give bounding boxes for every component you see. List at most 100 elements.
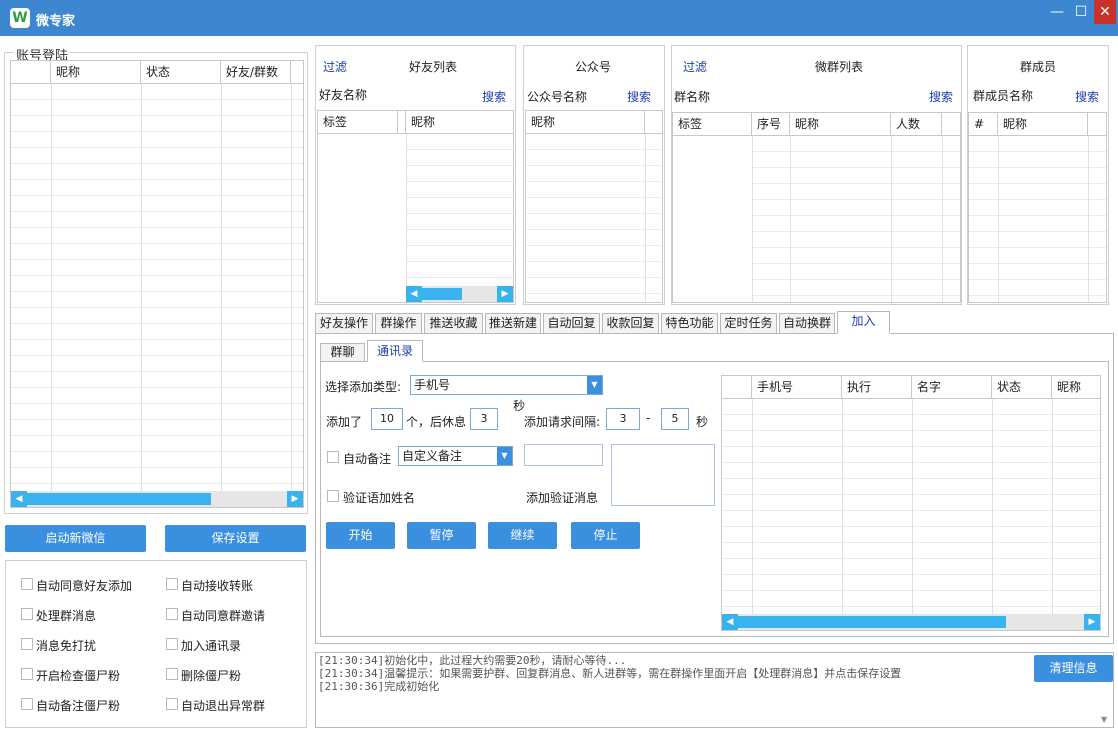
close-button[interactable]: ✕ [1094,0,1116,24]
tab-auto-reply[interactable]: 自动回复 [543,313,600,334]
seconds-label: 秒 [513,399,526,413]
handle-group-msg-checkbox[interactable] [21,608,33,620]
do-not-disturb-checkbox[interactable] [21,638,33,650]
col-phone[interactable]: 手机号 [752,376,842,399]
scroll-thumb[interactable] [422,288,462,300]
col-nickname[interactable]: 昵称 [1052,376,1100,399]
group-name-label: 群名称 [674,90,711,104]
interval-max-input[interactable]: 5 [661,408,689,430]
tab-scheduled[interactable]: 定时任务 [720,313,777,334]
col-tag[interactable]: 标签 [673,113,752,136]
scroll-right-icon[interactable]: ▶ [497,286,513,302]
official-title: 公众号 [575,60,612,74]
col-status[interactable]: 状态 [992,376,1052,399]
col-index[interactable]: 序号 [752,113,790,136]
groups-filter-link[interactable]: 过滤 [683,58,707,75]
interval-min-input[interactable]: 3 [606,408,640,430]
add-type-select[interactable]: 手机号 ▼ [410,375,603,395]
start-button[interactable]: 开始 [326,522,395,549]
pause-button[interactable]: 暂停 [407,522,476,549]
tab-auto-switch-group[interactable]: 自动换群 [779,313,835,334]
tab-join[interactable]: 加入 [837,311,890,334]
interval-label: 添加请求间隔: [524,415,601,429]
groups-search-link[interactable]: 搜索 [929,88,953,105]
chevron-down-icon[interactable]: ▼ [497,447,512,465]
chevron-down-icon[interactable]: ▼ [587,376,602,394]
stop-button[interactable]: 停止 [571,522,640,549]
groups-grid[interactable]: 标签 序号 昵称 人数 [672,112,961,303]
col-nickname[interactable]: 昵称 [790,113,891,136]
col-nickname[interactable]: 昵称 [51,61,141,84]
col-name[interactable]: 名字 [912,376,992,399]
subtab-contacts[interactable]: 通讯录 [367,340,423,362]
scroll-left-icon[interactable]: ◀ [722,614,738,630]
contacts-grid[interactable]: 手机号 执行 名字 状态 昵称 ◀ ▶ [721,375,1101,631]
tab-push-favorites[interactable]: 推送收藏 [424,313,483,334]
delete-zombie-checkbox[interactable] [166,668,178,680]
add-type-label: 选择添加类型: [325,380,402,394]
scroll-thumb[interactable] [27,493,211,505]
col-number[interactable]: # [969,113,998,136]
col-execute[interactable]: 执行 [842,376,912,399]
member-name-label: 群成员名称 [973,89,1034,103]
tab-features[interactable]: 特色功能 [661,313,718,334]
note-zombie-checkbox[interactable] [21,698,33,710]
members-grid[interactable]: # 昵称 [968,112,1107,303]
maximize-button[interactable]: ☐ [1070,0,1092,24]
auto-note-checkbox[interactable] [327,451,339,463]
log-panel[interactable]: [21:30:34]初始化中，此过程大约需要20秒，请耐心等待... [21:3… [315,652,1114,728]
check-zombie-checkbox[interactable] [21,668,33,680]
rest-seconds-input[interactable]: 3 [470,408,498,430]
note-select[interactable]: 自定义备注 ▼ [398,446,513,466]
add-to-contacts-label: 加入通讯录 [181,639,242,653]
col-tag[interactable]: 标签 [318,111,398,134]
friends-search-link[interactable]: 搜索 [482,88,506,105]
scroll-down-icon[interactable]: ▼ [1101,715,1111,725]
auto-accept-friend-label: 自动同意好友添加 [36,579,133,593]
add-to-contacts-checkbox[interactable] [166,638,178,650]
official-grid[interactable]: 昵称 [525,110,663,303]
resume-button[interactable]: 继续 [488,522,557,549]
auto-accept-friend-checkbox[interactable] [21,578,33,590]
exit-abnormal-group-checkbox[interactable] [166,698,178,710]
custom-note-input[interactable] [524,444,603,466]
col-nickname[interactable]: 昵称 [526,111,645,134]
col-nickname[interactable]: 昵称 [406,111,513,134]
verify-add-name-checkbox[interactable] [327,490,339,502]
contacts-hscroll[interactable]: ◀ ▶ [722,614,1100,630]
delete-zombie-label: 删除僵尸粉 [181,669,242,683]
auto-receive-transfer-checkbox[interactable] [166,578,178,590]
scroll-left-icon[interactable]: ◀ [406,286,422,302]
auto-accept-group-invite-checkbox[interactable] [166,608,178,620]
clear-log-button[interactable]: 清理信息 [1034,655,1113,682]
save-settings-button[interactable]: 保存设置 [165,525,306,552]
log-line: [21:30:36]完成初始化 [318,680,440,693]
scroll-right-icon[interactable]: ▶ [1084,614,1100,630]
start-wechat-button[interactable]: 启动新微信 [5,525,146,552]
col-nickname[interactable]: 昵称 [998,113,1088,136]
auto-accept-group-invite-label: 自动同意群邀请 [181,609,266,623]
friend-name-label: 好友名称 [319,88,368,102]
col-member-count[interactable]: 人数 [891,113,942,136]
col-friend-group-count[interactable]: 好友/群数 [221,61,291,84]
minimize-button[interactable]: — [1046,0,1068,24]
scroll-left-icon[interactable]: ◀ [11,491,27,507]
friends-hscroll[interactable]: ◀ ▶ [406,286,513,302]
added-count-input[interactable]: 10 [371,408,403,430]
scroll-right-icon[interactable]: ▶ [287,491,303,507]
tab-payment-reply[interactable]: 收款回复 [602,313,659,334]
tab-friend-ops[interactable]: 好友操作 [315,313,373,334]
members-search-link[interactable]: 搜索 [1075,88,1099,105]
subtab-group-chat[interactable]: 群聊 [320,343,365,362]
col-status[interactable]: 状态 [141,61,221,84]
account-grid[interactable]: 昵称 状态 好友/群数 ◀ ▶ [10,60,304,508]
friends-filter-link[interactable]: 过滤 [323,58,347,75]
scroll-thumb[interactable] [738,616,1006,628]
official-search-link[interactable]: 搜索 [627,88,651,105]
verify-message-input[interactable] [611,444,715,506]
tab-group-ops[interactable]: 群操作 [375,313,422,334]
account-hscroll[interactable]: ◀ ▶ [11,491,303,507]
tab-push-new[interactable]: 推送新建 [485,313,541,334]
account-rows [11,84,303,491]
friends-grid[interactable]: 标签 昵称 ◀ ▶ [317,110,514,303]
